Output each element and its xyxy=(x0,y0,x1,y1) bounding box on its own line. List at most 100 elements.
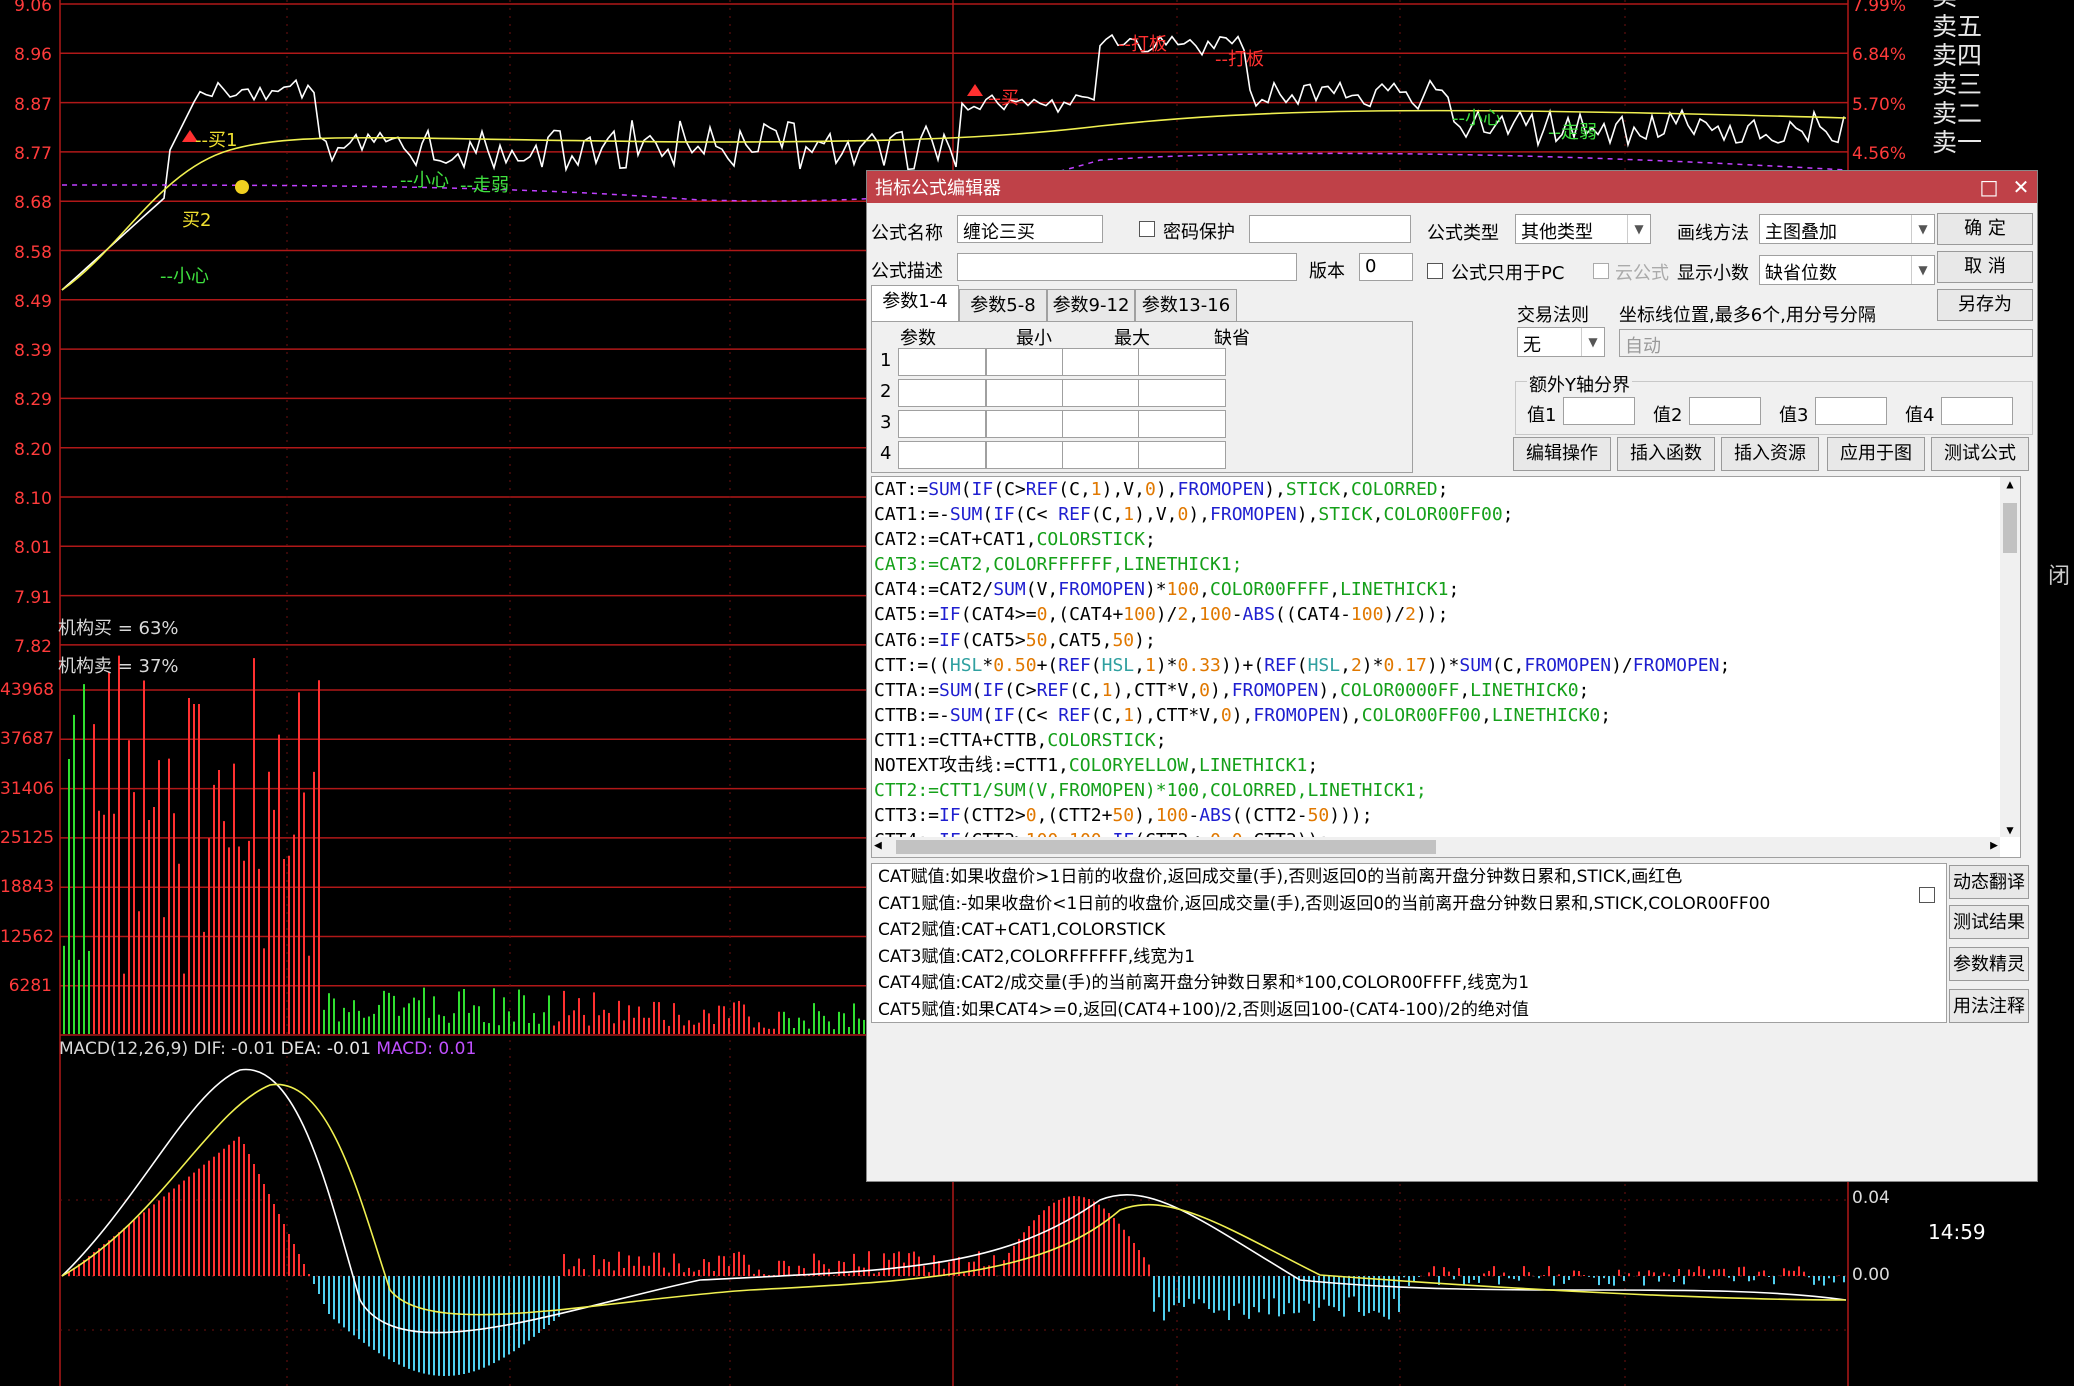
param-cell-input[interactable] xyxy=(1138,441,1226,469)
tab-params-1-4[interactable]: 参数1-4 xyxy=(871,285,959,323)
macd-dif: DIF: -0.01 xyxy=(193,1039,276,1059)
param-cell-input[interactable] xyxy=(898,410,986,438)
volume-tick-label: 37687 xyxy=(0,729,55,750)
description-line: CAT2赋值:CAT+CAT1,COLORSTICK xyxy=(878,920,1166,940)
price-tick-label: 8.68 xyxy=(14,193,52,214)
price-tick-label: 9.06 xyxy=(14,0,52,16)
volume-tick-label: 18843 xyxy=(0,877,55,898)
volume-tick-label: 31406 xyxy=(0,778,55,799)
param-cell-input[interactable] xyxy=(986,348,1074,376)
chevron-left-icon[interactable]: ◀ xyxy=(874,838,882,853)
password-input[interactable] xyxy=(1249,215,1411,243)
ok-button[interactable]: 确 定 xyxy=(1937,213,2033,245)
macd-title: MACD(12,26,9) DIF: -0.01 DEA: -0.01 MACD… xyxy=(59,1039,476,1059)
formula-type-select[interactable]: 其他类型 ▼ xyxy=(1515,214,1651,244)
test-formula-button[interactable]: 测试公式 xyxy=(1931,437,2029,471)
param-cell-input[interactable] xyxy=(1062,410,1150,438)
tab-params-9-12[interactable]: 参数9-12 xyxy=(1047,289,1135,322)
tab-params-5-8[interactable]: 参数5-8 xyxy=(959,289,1047,322)
code-line: CTT3:=IF(CTT2>0,(CTT2+50),100-ABS((CTT2-… xyxy=(874,805,1373,827)
param-cell-input[interactable] xyxy=(1062,441,1150,469)
param-header-name: 参数 xyxy=(900,328,936,349)
param-cell-input[interactable] xyxy=(898,441,986,469)
code-line: CTT:=((HSL*0.50+(REF(HSL,1)*0.33))+(REF(… xyxy=(874,654,1731,676)
param-cell-input[interactable] xyxy=(898,379,986,407)
param-cell-input[interactable] xyxy=(986,410,1074,438)
price-tick-label: 7.82 xyxy=(14,636,52,657)
draw-method-select[interactable]: 主图叠加 ▼ xyxy=(1759,214,1935,244)
insert-function-button[interactable]: 插入函数 xyxy=(1617,437,1715,471)
chevron-up-icon[interactable]: ▲ xyxy=(2000,477,2020,491)
dialog-titlebar: 指标公式编辑器 □ ✕ xyxy=(867,171,2037,203)
price-tick-label: 8.77 xyxy=(14,143,52,164)
horizontal-scrollbar[interactable]: ◀ ▶ xyxy=(872,837,2000,857)
test-result-button[interactable]: 测试结果 xyxy=(1949,905,2029,939)
vertical-scrollbar[interactable]: ▲ ▼ xyxy=(2000,477,2020,837)
param-cell-input[interactable] xyxy=(1062,379,1150,407)
cancel-button[interactable]: 取 消 xyxy=(1937,251,2033,283)
desc-input[interactable] xyxy=(957,253,1297,281)
decimals-label: 显示小数 xyxy=(1677,263,1749,284)
macd-tick-label: 0.04 xyxy=(1852,1188,1890,1208)
pc-only-checkbox[interactable] xyxy=(1427,263,1443,279)
volume-tick-label: 6281 xyxy=(8,975,52,996)
orderbook-label: 卖二 xyxy=(1932,99,1983,128)
formula-type-label: 公式类型 xyxy=(1427,223,1499,244)
scroll-thumb[interactable] xyxy=(2003,503,2017,553)
axis-position-input[interactable]: 自动 xyxy=(1619,329,2033,357)
param-cell-input[interactable] xyxy=(1062,348,1150,376)
decimals-value: 缺省位数 xyxy=(1765,263,1837,284)
annotation-weak1: --走弱 xyxy=(460,175,509,196)
version-input[interactable]: 0 xyxy=(1359,253,1413,281)
formula-name-input[interactable]: 缠论三买 xyxy=(957,215,1103,243)
description-lines: CAT赋值:如果收盘价>1日前的收盘价,返回成交量(手),否则返回0的当前离开盘… xyxy=(872,864,1946,1022)
annotation-board1: --打板 xyxy=(1118,34,1167,55)
scroll-thumb[interactable] xyxy=(896,840,1436,854)
apply-to-chart-button[interactable]: 应用于图 xyxy=(1827,437,1925,471)
version-label: 版本 xyxy=(1309,261,1345,282)
yval1-input[interactable] xyxy=(1563,397,1635,425)
code-line: CAT6:=IF(CAT5>50,CAT5,50); xyxy=(874,629,1156,651)
annotation-weak2: --走弱 xyxy=(1548,122,1597,143)
yval2-input[interactable] xyxy=(1689,397,1761,425)
yval3-label: 值3 xyxy=(1779,405,1809,426)
chevron-right-icon[interactable]: ▶ xyxy=(1990,838,1998,853)
param-cell-input[interactable] xyxy=(986,441,1074,469)
param-grid: 参数 最小 最大 缺省 1 2 3 4 xyxy=(871,321,1413,473)
orderbook-label: 卖三 xyxy=(1932,70,1983,99)
formula-name-label: 公式名称 xyxy=(871,223,943,244)
macd-name: MACD(12,26,9) xyxy=(59,1039,189,1059)
param-wizard-button[interactable]: 参数精灵 xyxy=(1949,947,2029,981)
description-checkbox[interactable] xyxy=(1919,887,1935,903)
tab-params-13-16[interactable]: 参数13-16 xyxy=(1135,289,1237,322)
param-cell-input[interactable] xyxy=(1138,348,1226,376)
yval4-input[interactable] xyxy=(1941,397,2013,425)
param-cell-input[interactable] xyxy=(1138,410,1226,438)
decimals-select[interactable]: 缺省位数 ▼ xyxy=(1759,255,1935,285)
legend-institution-buy: 机构买 = 63% xyxy=(58,618,179,639)
formula-type-value: 其他类型 xyxy=(1521,222,1593,243)
param-row-number: 1 xyxy=(880,350,892,371)
yval3-input[interactable] xyxy=(1815,397,1887,425)
usage-notes-button[interactable]: 用法注释 xyxy=(1949,989,2029,1023)
description-line: CAT4赋值:CAT2/成交量(手)的当前离开盘分钟数日累和*100,COLOR… xyxy=(878,973,1530,993)
cloud-checkbox[interactable] xyxy=(1593,263,1609,279)
price-tick-label: 8.49 xyxy=(14,291,52,312)
trade-rule-select[interactable]: 无 ▼ xyxy=(1517,327,1605,357)
save-as-button[interactable]: 另存为 xyxy=(1937,289,2033,321)
trade-rule-value: 无 xyxy=(1523,335,1541,356)
maximize-icon[interactable]: □ xyxy=(1973,175,2005,199)
chevron-down-icon[interactable]: ▼ xyxy=(2000,823,2020,837)
close-icon[interactable]: ✕ xyxy=(2005,175,2037,199)
param-cell-input[interactable] xyxy=(898,348,986,376)
param-cell-input[interactable] xyxy=(986,379,1074,407)
code-editor[interactable]: CAT:=SUM(IF(C>REF(C,1),V,0),FROMOPEN),ST… xyxy=(871,476,2021,858)
param-cell-input[interactable] xyxy=(1138,379,1226,407)
edit-operations-button[interactable]: 编辑操作 xyxy=(1513,437,1611,471)
dynamic-translate-button[interactable]: 动态翻译 xyxy=(1949,865,2029,899)
password-checkbox[interactable] xyxy=(1139,221,1155,237)
dialog-title: 指标公式编辑器 xyxy=(875,178,1001,199)
param-row-number: 3 xyxy=(880,412,892,433)
insert-resource-button[interactable]: 插入资源 xyxy=(1721,437,1819,471)
chevron-down-icon: ▼ xyxy=(1911,256,1934,284)
